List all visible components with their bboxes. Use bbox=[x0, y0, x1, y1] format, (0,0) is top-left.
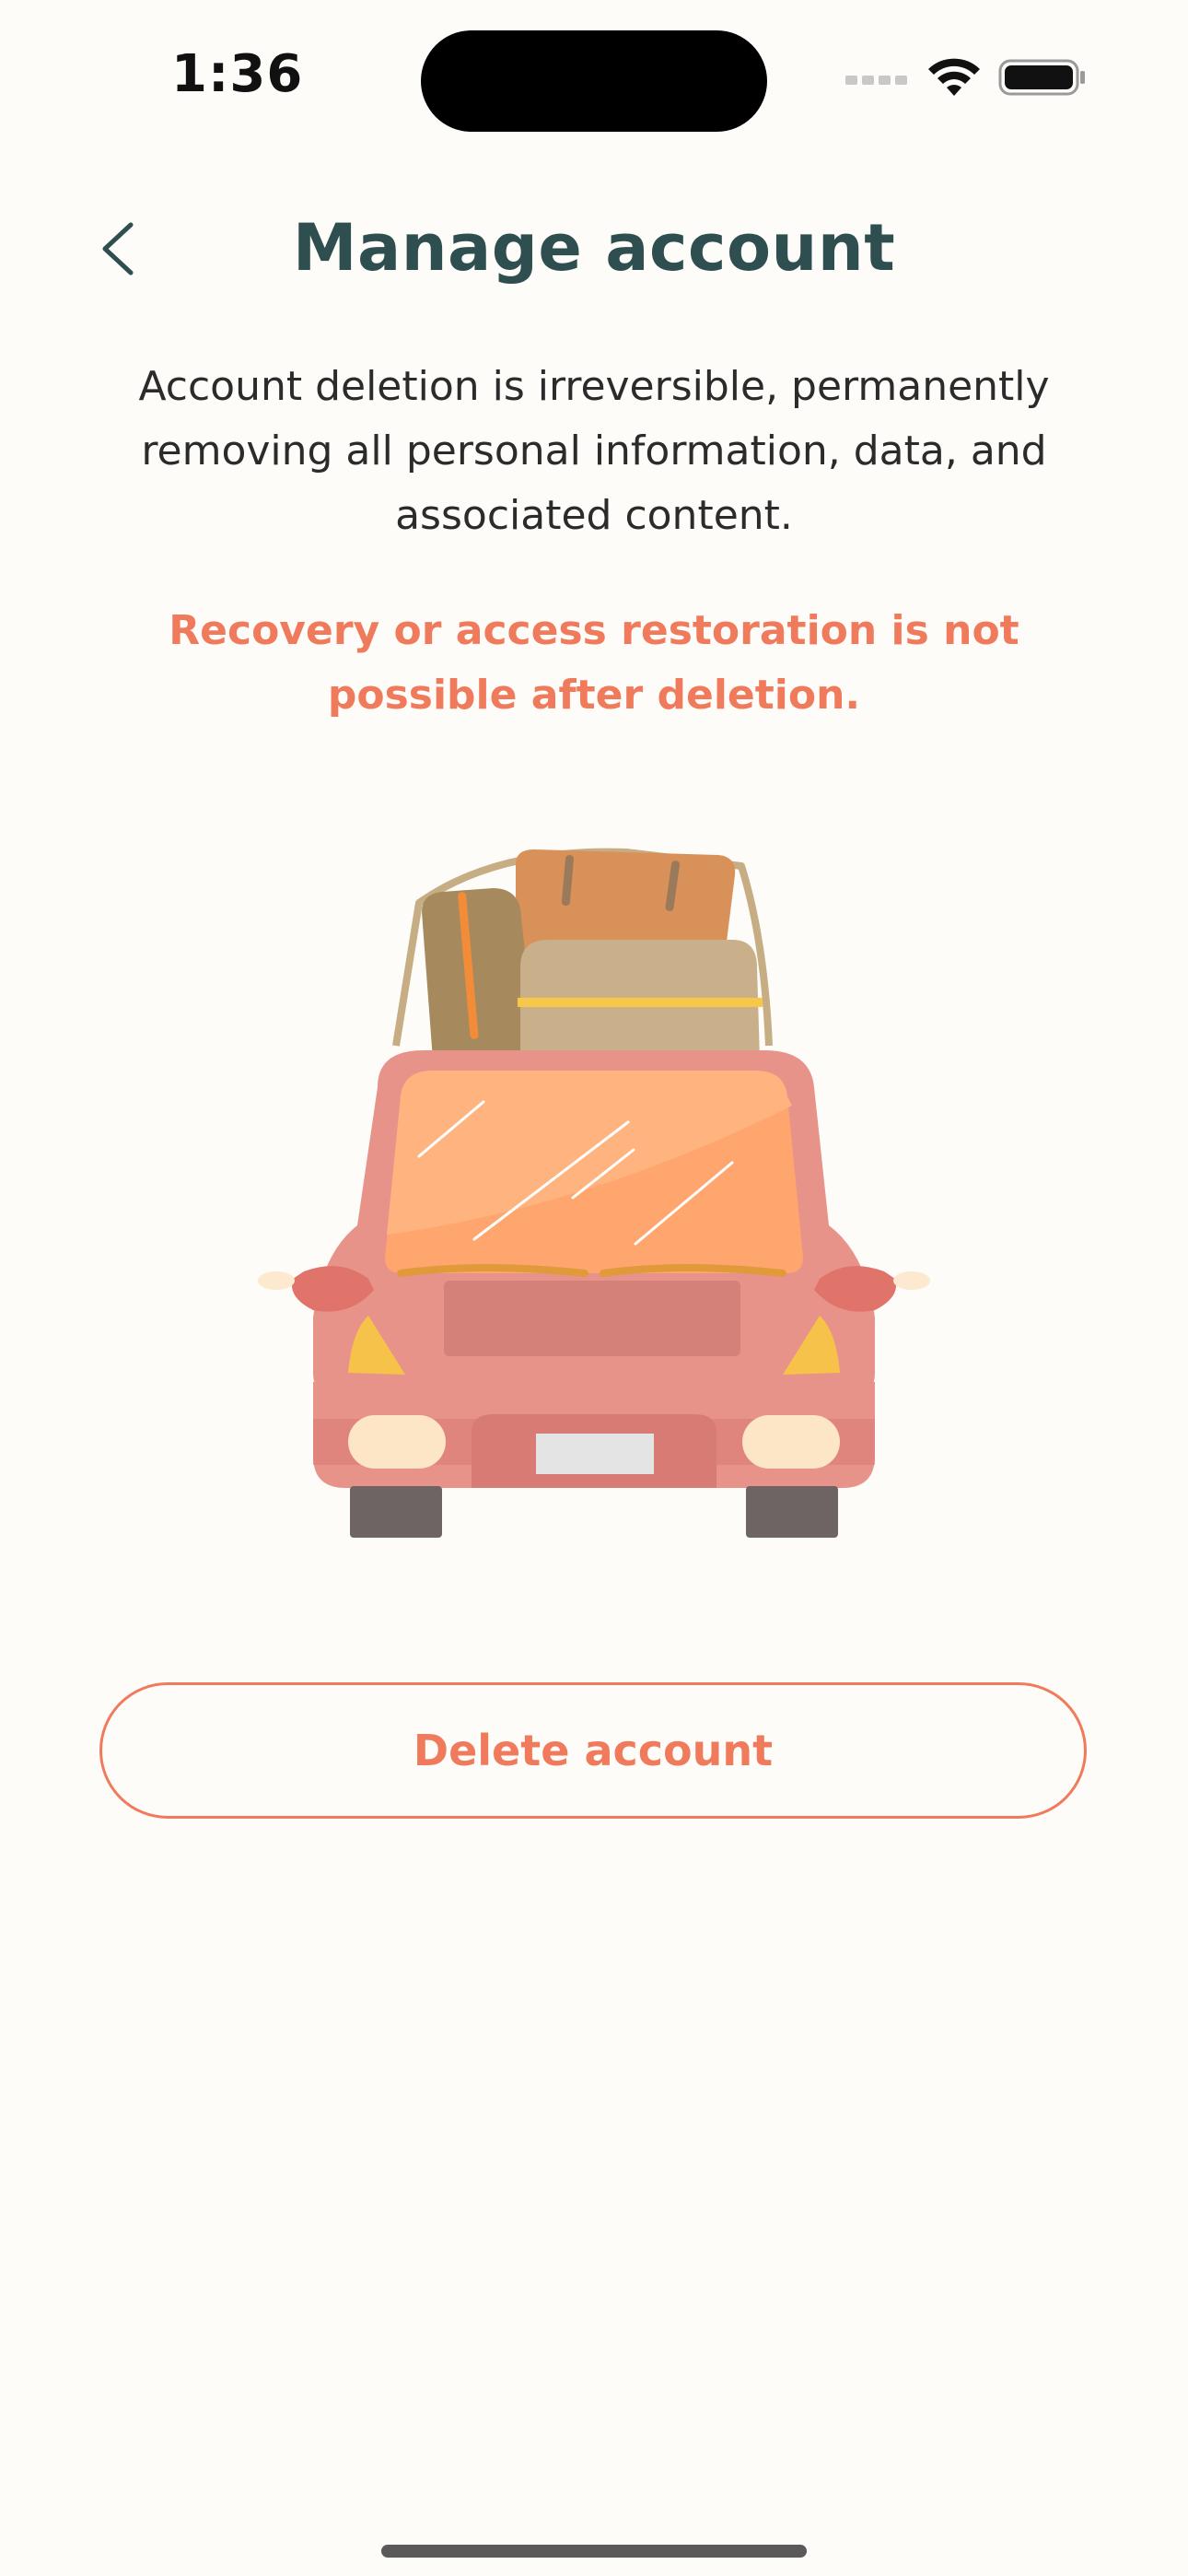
dynamic-island bbox=[421, 30, 767, 132]
deletion-description: Account deletion is irreversible, perman… bbox=[138, 363, 1050, 539]
car-luggage-illustration bbox=[258, 848, 930, 1538]
page-title: Manage account bbox=[292, 210, 896, 286]
home-indicator bbox=[381, 2545, 807, 2558]
header: Manage account bbox=[0, 193, 1188, 304]
wifi-icon bbox=[928, 58, 980, 96]
battery-icon bbox=[998, 59, 1085, 96]
status-bar: 1:36 bbox=[0, 0, 1188, 147]
status-time: 1:36 bbox=[171, 44, 304, 104]
delete-account-button[interactable]: Delete account bbox=[99, 1682, 1087, 1819]
status-icons bbox=[845, 57, 1087, 98]
cellular-signal-icon bbox=[845, 76, 907, 85]
deletion-warning: Recovery or access restoration is not po… bbox=[169, 607, 1019, 719]
